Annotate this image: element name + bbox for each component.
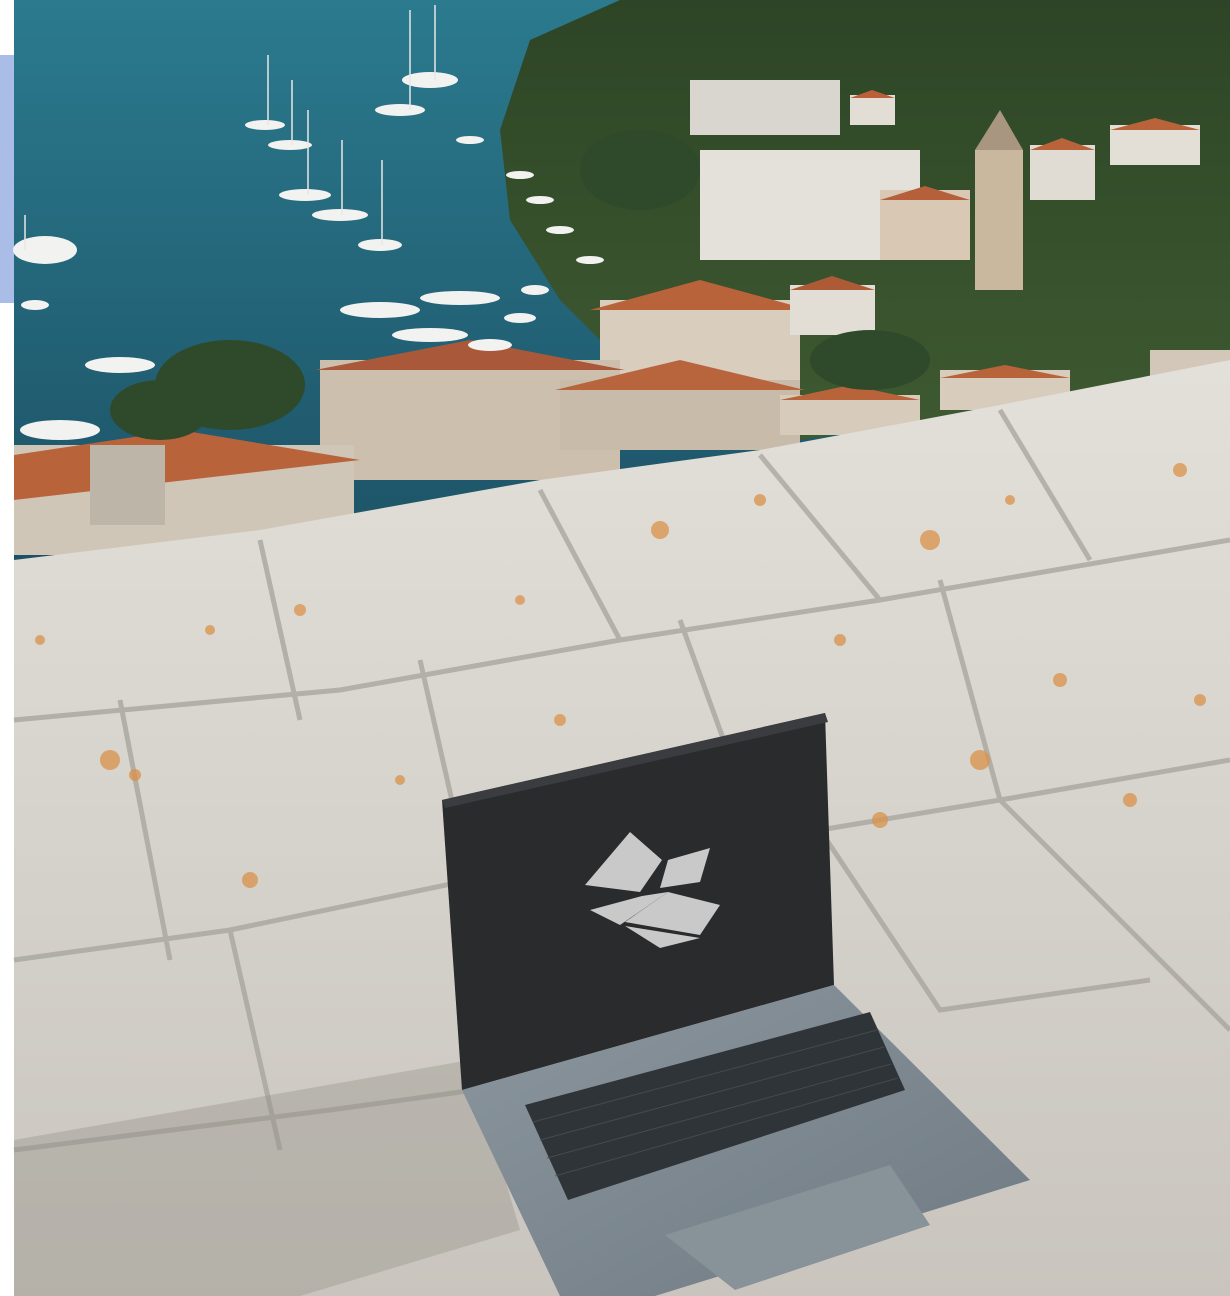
photo-scene (13, 0, 1230, 1296)
